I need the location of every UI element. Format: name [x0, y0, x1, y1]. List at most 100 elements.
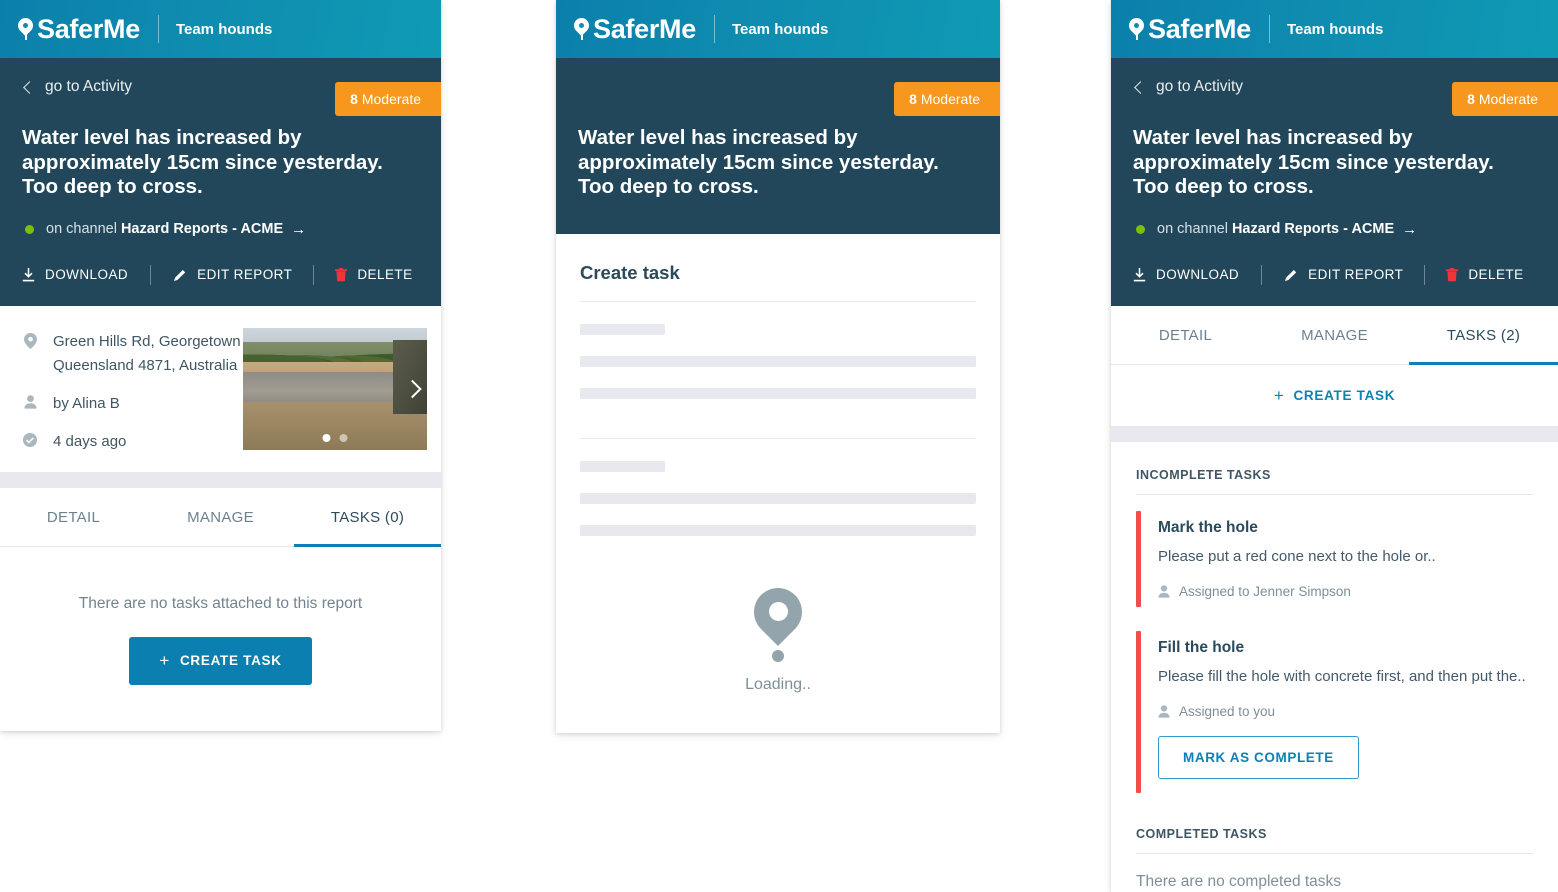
report-header-3: go to Activity 8 Moderate Water level ha… — [1111, 58, 1558, 306]
channel-row[interactable]: on channel Hazard Reports - ACME → — [22, 221, 419, 238]
report-photo-carousel[interactable] — [243, 327, 427, 450]
delete-label: DELETE — [357, 267, 413, 282]
loading-text: Loading.. — [745, 675, 811, 693]
mark-as-complete-button[interactable]: MARK AS COMPLETE — [1158, 735, 1359, 779]
create-task-heading: Create task — [580, 261, 680, 283]
severity-label: Moderate — [1478, 91, 1538, 107]
severity-badge-2: 8 Moderate — [894, 82, 1000, 116]
create-task-label: CREATE TASK — [179, 653, 282, 668]
delete-button[interactable]: DELETE — [335, 267, 412, 282]
download-icon — [22, 267, 35, 282]
severity-label: Moderate — [361, 91, 421, 107]
trash-icon — [1446, 267, 1459, 282]
channel-name: Hazard Reports - ACME — [1231, 221, 1395, 237]
severity-label: Moderate — [920, 91, 980, 107]
channel-status-dot-icon — [1136, 224, 1145, 234]
task-assignee-text: Assigned to you — [1179, 703, 1276, 719]
trash-icon — [335, 267, 348, 282]
incomplete-rule — [1136, 493, 1533, 495]
skeleton-field-2 — [580, 387, 976, 399]
detail-location-text: Green Hills Rd, Georgetown Queensland 48… — [53, 332, 241, 374]
saferme-logo-2[interactable]: SaferMe — [570, 13, 696, 44]
brand-name: SaferMe — [593, 13, 696, 44]
carousel-dot-2[interactable] — [339, 433, 348, 442]
back-label: go to Activity — [45, 78, 133, 95]
detail-author-text: by Alina B — [53, 394, 120, 412]
task-priority-bar — [1136, 630, 1141, 793]
form-rule-1 — [580, 300, 976, 302]
task-description: Please fill the hole with concrete first… — [1158, 667, 1526, 685]
skeleton-label-1 — [580, 323, 665, 335]
action-divider — [150, 264, 152, 285]
report-photo — [243, 327, 427, 450]
brand-name: SaferMe — [1148, 13, 1251, 44]
brand-divider — [713, 15, 715, 43]
report-panel-tasks-empty: SaferMe Team hounds go to Activity 8 Mod… — [0, 0, 441, 731]
pencil-icon — [1284, 268, 1298, 282]
create-task-button[interactable]: + CREATE TASK — [129, 636, 312, 685]
carousel-dots[interactable] — [322, 433, 348, 442]
detail-meta-list: Green Hills Rd, Georgetown Queensland 48… — [22, 328, 243, 454]
clock-check-icon — [22, 432, 38, 447]
completed-tasks-heading: COMPLETED TASKS — [1136, 826, 1267, 841]
channel-prefix: on channel — [46, 221, 117, 237]
arrow-right-icon: → — [1402, 220, 1418, 238]
download-button[interactable]: DOWNLOAD — [1133, 267, 1239, 282]
location-pin-icon — [1125, 14, 1148, 40]
report-action-bar-3: DOWNLOAD EDIT REPORT DELETE — [1133, 244, 1536, 306]
completed-tasks-empty: There are no completed tasks — [1136, 872, 1342, 890]
task-priority-bar — [1136, 510, 1141, 607]
tab-detail[interactable]: DETAIL — [1111, 306, 1260, 365]
tab-manage[interactable]: MANAGE — [147, 488, 294, 547]
report-tabs: DETAIL MANAGE TASKS (0) — [0, 487, 441, 547]
tasks-empty-message: There are no tasks attached to this repo… — [78, 594, 363, 612]
task-assignee: Assigned to Jenner Simpson — [1158, 584, 1533, 599]
carousel-dot-1[interactable] — [322, 433, 331, 442]
download-label: DOWNLOAD — [45, 267, 129, 282]
saferme-logo-3[interactable]: SaferMe — [1125, 13, 1251, 44]
tab-detail[interactable]: DETAIL — [0, 488, 147, 547]
detail-author-row: by Alina B — [22, 392, 243, 416]
team-name: Team hounds — [175, 20, 273, 38]
create-task-form: Create task Loading.. — [556, 233, 1000, 734]
create-task-link-row: + CREATE TASK — [1111, 364, 1558, 426]
action-divider-2 — [1424, 264, 1426, 285]
incomplete-tasks-heading: INCOMPLETE TASKS — [1136, 467, 1271, 482]
severity-score: 8 — [350, 91, 358, 107]
skeleton-label-2 — [580, 460, 665, 472]
pencil-icon — [173, 268, 187, 282]
tasks-section: INCOMPLETE TASKS Mark the hole Please pu… — [1111, 441, 1558, 891]
download-button[interactable]: DOWNLOAD — [22, 267, 128, 282]
channel-row-3[interactable]: on channel Hazard Reports - ACME → — [1133, 221, 1536, 238]
detail-time-text: 4 days ago — [53, 432, 127, 450]
report-action-bar: DOWNLOAD EDIT REPORT DELETE — [22, 244, 419, 306]
create-task-modal-panel: SaferMe Team hounds 8 Moderate Water lev… — [556, 0, 1000, 733]
section-divider-band — [0, 471, 441, 488]
task-description: Please put a red cone next to the hole o… — [1158, 547, 1436, 565]
loading-state: Loading.. — [580, 536, 976, 734]
report-title: Water level has increased by approximate… — [22, 126, 383, 198]
detail-time-row: 4 days ago — [22, 430, 243, 454]
delete-button[interactable]: DELETE — [1446, 267, 1523, 282]
severity-score: 8 — [909, 91, 917, 107]
tab-tasks[interactable]: TASKS (0) — [294, 488, 441, 547]
brand-name: SaferMe — [37, 13, 140, 44]
create-task-link[interactable]: + CREATE TASK — [1274, 386, 1395, 406]
task-card[interactable]: Fill the hole Please fill the hole with … — [1136, 623, 1533, 801]
task-card[interactable]: Mark the hole Please put a red cone next… — [1136, 503, 1533, 615]
tab-manage[interactable]: MANAGE — [1260, 306, 1409, 365]
back-label: go to Activity — [1156, 78, 1244, 95]
saferme-logo[interactable]: SaferMe — [14, 13, 140, 44]
tab-tasks[interactable]: TASKS (2) — [1409, 306, 1558, 365]
edit-report-button[interactable]: EDIT REPORT — [1284, 267, 1403, 282]
channel-name: Hazard Reports - ACME — [120, 221, 284, 237]
person-icon — [1158, 584, 1170, 598]
report-header-2: 8 Moderate Water level has increased by … — [556, 58, 1000, 234]
report-title-3: Water level has increased by approximate… — [1133, 126, 1494, 198]
edit-report-button[interactable]: EDIT REPORT — [173, 267, 292, 282]
form-rule-2 — [580, 437, 976, 439]
detail-location-row: Green Hills Rd, Georgetown Queensland 48… — [22, 330, 243, 378]
delete-label: DELETE — [1468, 267, 1524, 282]
task-assignee-text: Assigned to Jenner Simpson — [1179, 583, 1351, 599]
chevron-left-icon — [23, 80, 36, 94]
